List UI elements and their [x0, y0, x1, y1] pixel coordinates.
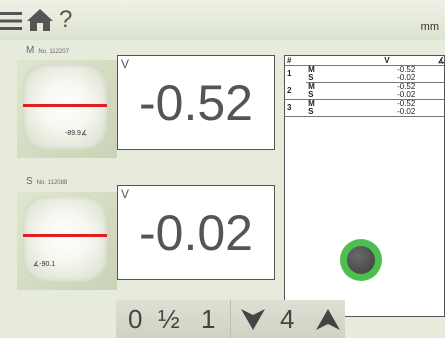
- toolbar-divider: [230, 300, 231, 338]
- sensor-s-caption: S No. 112088: [26, 176, 67, 187]
- header-angle: ∡: [417, 55, 445, 66]
- sensor-s-value: -0.02: [139, 205, 253, 261]
- sensor-s-image: ∡-90.1: [23, 196, 107, 282]
- sensor-s-value-label: V: [121, 187, 130, 201]
- sensor-s-id: S: [26, 176, 33, 187]
- sensor-m-serial: No. 112207: [38, 49, 69, 55]
- sensor-m-value-label: V: [121, 57, 130, 71]
- sensor-m-value-box: V -0.52: [117, 55, 275, 150]
- header-index: #: [285, 56, 307, 66]
- row-angle: -90.2: [417, 108, 444, 117]
- sensor-s-angle-value: -90.1: [39, 261, 56, 268]
- sensor-m-id: M: [26, 45, 35, 56]
- row-angle: -89.9: [417, 66, 444, 75]
- row-index: 3: [285, 99, 307, 117]
- sensor-s-serial: No. 112088: [36, 180, 68, 186]
- record-button-center: [347, 246, 375, 274]
- step-value: 4: [280, 304, 295, 334]
- angle-icon: ∡: [80, 130, 88, 137]
- angle-icon: ∡: [437, 55, 445, 65]
- sensor-m-value: -0.52: [139, 75, 253, 131]
- set-zero-button[interactable]: 0: [128, 302, 142, 336]
- set-one-button[interactable]: 1: [201, 302, 215, 336]
- record-measurement-button[interactable]: [340, 239, 382, 281]
- unit-label: mm: [420, 21, 439, 33]
- row-angle: -90.0: [417, 100, 444, 109]
- arrow-down-icon[interactable]: [241, 309, 265, 330]
- sensor-s-angle: ∡-90.1: [33, 260, 55, 268]
- row-angle: -90.1: [417, 74, 444, 83]
- row-angle: -90.1: [417, 91, 444, 100]
- top-bar: ? mm: [0, 0, 445, 40]
- sensor-m-caption: M No. 112207: [26, 45, 69, 56]
- sensor-m-laser-line: [23, 104, 107, 107]
- bottom-toolbar: 0 ½ 1 4: [116, 300, 345, 338]
- set-half-button[interactable]: ½: [158, 302, 180, 336]
- hamburger-menu-icon[interactable]: [0, 11, 24, 31]
- row-side: S: [306, 108, 357, 117]
- sensor-s-value-box: V -0.02: [117, 185, 275, 280]
- home-icon[interactable]: [26, 8, 54, 32]
- measurement-table: # V ∡ 1 M -0.52 -89.9 S -0.02 -90.1 2 M …: [285, 55, 445, 117]
- table-row[interactable]: S -0.02 -90.2: [285, 108, 444, 117]
- help-button[interactable]: ?: [59, 6, 72, 34]
- sensor-s-laser-line: [23, 234, 107, 237]
- row-index: 1: [287, 69, 292, 79]
- sensor-m-angle-value: -89.9: [65, 130, 81, 137]
- row-angle: -89.9: [417, 83, 444, 92]
- arrow-up-icon[interactable]: [316, 309, 340, 330]
- row-index: 2: [285, 82, 307, 100]
- sensor-m-angle: -89.9∡: [65, 129, 87, 137]
- row-value: -0.02: [356, 108, 418, 117]
- sensor-m-image: -89.9∡: [23, 64, 107, 150]
